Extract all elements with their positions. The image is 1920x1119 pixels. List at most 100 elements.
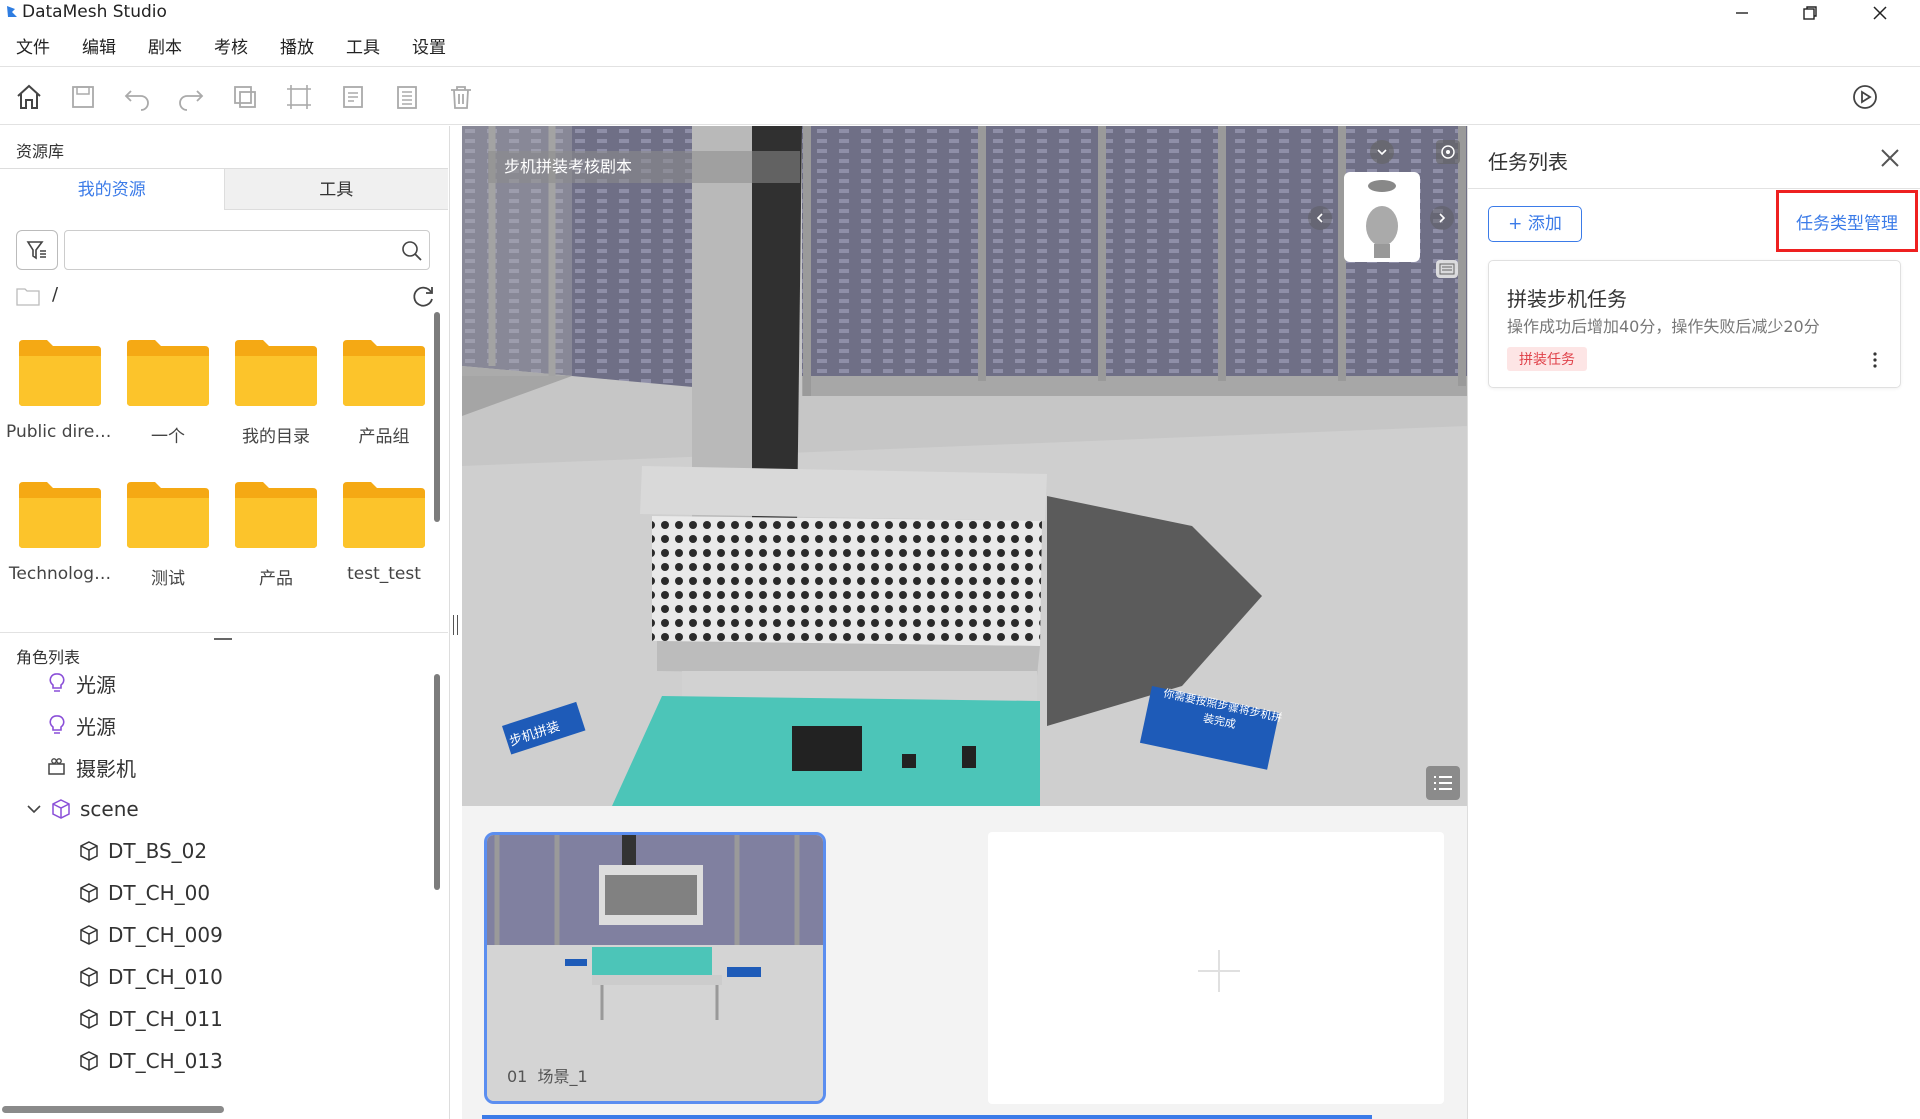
resource-tabs: 我的资源 工具 bbox=[0, 168, 448, 210]
folder-name: 测试 bbox=[151, 569, 185, 589]
folder-item[interactable]: 产品 bbox=[222, 478, 330, 598]
tree-item-label: DT_CH_00 bbox=[108, 881, 211, 905]
keyboard-button[interactable] bbox=[1436, 260, 1458, 278]
restore-button[interactable] bbox=[1780, 0, 1840, 26]
add-slide-button[interactable] bbox=[988, 832, 1444, 1104]
layout-button[interactable] bbox=[282, 80, 316, 114]
tree-item-object[interactable]: DT_CH_013 bbox=[78, 1044, 223, 1078]
note-button[interactable] bbox=[336, 80, 370, 114]
tree-item-label: 光源 bbox=[76, 714, 116, 739]
folder-name: Public direc… bbox=[6, 422, 114, 442]
tree-item-light[interactable]: 光源 bbox=[46, 666, 116, 700]
resource-scrollbar[interactable] bbox=[434, 312, 440, 522]
undo-button[interactable] bbox=[120, 80, 154, 114]
tree-item-label: DT_BS_02 bbox=[108, 839, 208, 863]
view-right-button[interactable] bbox=[1430, 206, 1454, 230]
tree-item-object[interactable]: DT_CH_009 bbox=[78, 918, 223, 952]
viewport-splitter[interactable] bbox=[452, 615, 460, 635]
save-button[interactable] bbox=[66, 80, 100, 114]
filter-button[interactable] bbox=[16, 230, 58, 270]
chevron-down-icon[interactable] bbox=[26, 801, 42, 817]
task-card[interactable]: 拼装步机任务 操作成功后增加40分，操作失败后减少20分 拼装任务 bbox=[1488, 260, 1901, 388]
folder-item[interactable]: Technolog… bbox=[6, 478, 114, 598]
head-icon bbox=[1366, 180, 1398, 258]
folder-item[interactable]: Public direc… bbox=[6, 336, 114, 456]
bulb-icon bbox=[49, 673, 65, 692]
folder-icon bbox=[343, 340, 425, 406]
menu-edit[interactable]: 编辑 bbox=[66, 34, 132, 62]
tree-item-scene[interactable]: scene bbox=[26, 792, 139, 826]
cube-icon bbox=[80, 841, 98, 861]
search-input[interactable] bbox=[65, 231, 385, 269]
folder-item[interactable]: 一个 bbox=[114, 336, 222, 456]
delete-button[interactable] bbox=[444, 80, 478, 114]
add-task-button[interactable]: + 添加 bbox=[1488, 206, 1582, 242]
cube-icon bbox=[80, 967, 98, 987]
menu-settings[interactable]: 设置 bbox=[396, 34, 462, 62]
horizontal-scrollbar[interactable] bbox=[2, 1106, 224, 1113]
tree-item-label: DT_CH_010 bbox=[108, 965, 223, 989]
menu-tools[interactable]: 工具 bbox=[330, 34, 396, 62]
close-icon[interactable] bbox=[1878, 146, 1902, 170]
folder-outline-icon bbox=[16, 288, 40, 306]
view-cube[interactable] bbox=[1344, 172, 1420, 262]
view-top-button[interactable] bbox=[1370, 140, 1394, 164]
slide-thumbnail[interactable]: 01 场景_1 bbox=[484, 832, 826, 1104]
scene-viewport[interactable]: 步机拼装考核剧本 步机拼装 你需要按照步骤将步机拼装完成 bbox=[462, 126, 1467, 806]
focus-button[interactable] bbox=[1436, 140, 1460, 164]
tree-item-label: DT_CH_013 bbox=[108, 1049, 223, 1073]
tree-item-label: 摄影机 bbox=[76, 756, 136, 781]
title-bar: DataMesh Studio bbox=[0, 0, 1920, 26]
folder-item[interactable]: 产品组 bbox=[330, 336, 438, 456]
tree-item-object[interactable]: DT_CH_00 bbox=[78, 876, 210, 910]
menu-bar: 文件 编辑 剧本 考核 播放 工具 设置 bbox=[0, 34, 462, 62]
tree-item-label: 光源 bbox=[76, 672, 116, 697]
tab-my-resources[interactable]: 我的资源 bbox=[0, 168, 225, 210]
menu-assessment[interactable]: 考核 bbox=[198, 34, 264, 62]
camera-icon bbox=[48, 758, 65, 775]
close-window-button[interactable] bbox=[1850, 0, 1910, 26]
plus-icon bbox=[1198, 950, 1240, 992]
role-scrollbar[interactable] bbox=[434, 674, 440, 890]
redo-button[interactable] bbox=[174, 80, 208, 114]
task-type-manage-link[interactable]: 任务类型管理 bbox=[1776, 190, 1918, 252]
search-box bbox=[64, 230, 430, 270]
folder-item[interactable]: 我的目录 bbox=[222, 336, 330, 456]
menu-script[interactable]: 剧本 bbox=[132, 34, 198, 62]
tree-item-light[interactable]: 光源 bbox=[46, 708, 116, 742]
folder-item[interactable]: test_test bbox=[330, 478, 438, 598]
task-name: 拼装步机任务 bbox=[1507, 287, 1627, 311]
folder-item[interactable]: 测试 bbox=[114, 478, 222, 598]
tree-item-camera[interactable]: 摄影机 bbox=[46, 750, 136, 784]
copy-button[interactable] bbox=[228, 80, 262, 114]
tree-item-label: DT_CH_011 bbox=[108, 1007, 223, 1031]
keyboard-icon bbox=[1439, 263, 1455, 275]
task-panel-title: 任务列表 bbox=[1488, 150, 1568, 174]
tree-item-object[interactable]: DT_BS_02 bbox=[78, 834, 207, 868]
menu-play[interactable]: 播放 bbox=[264, 34, 330, 62]
folder-icon bbox=[127, 340, 209, 406]
restore-icon bbox=[1803, 6, 1817, 20]
folder-name: 我的目录 bbox=[242, 427, 310, 447]
panel-divider bbox=[0, 632, 448, 633]
tab-tools[interactable]: 工具 bbox=[224, 168, 448, 210]
view-left-button[interactable] bbox=[1308, 206, 1332, 230]
folder-name: test_test bbox=[347, 564, 421, 584]
minimize-button[interactable] bbox=[1712, 0, 1772, 26]
play-button[interactable] bbox=[1848, 80, 1882, 114]
home-button[interactable] bbox=[12, 80, 46, 114]
slide-scrollbar[interactable] bbox=[482, 1115, 1372, 1119]
list-button[interactable] bbox=[390, 80, 424, 114]
outline-list-button[interactable] bbox=[1426, 766, 1460, 800]
refresh-icon[interactable] bbox=[410, 284, 436, 310]
search-icon[interactable] bbox=[401, 240, 423, 262]
chevron-right-icon bbox=[1439, 213, 1446, 223]
path-row: / bbox=[16, 284, 436, 310]
cube-icon bbox=[80, 925, 98, 945]
tree-item-object[interactable]: DT_CH_011 bbox=[78, 1002, 223, 1036]
menu-file[interactable]: 文件 bbox=[0, 34, 66, 62]
tree-item-object[interactable]: DT_CH_010 bbox=[78, 960, 223, 994]
slide-preview bbox=[487, 835, 823, 1101]
folder-icon bbox=[343, 482, 425, 548]
more-options-icon[interactable] bbox=[1872, 351, 1878, 369]
